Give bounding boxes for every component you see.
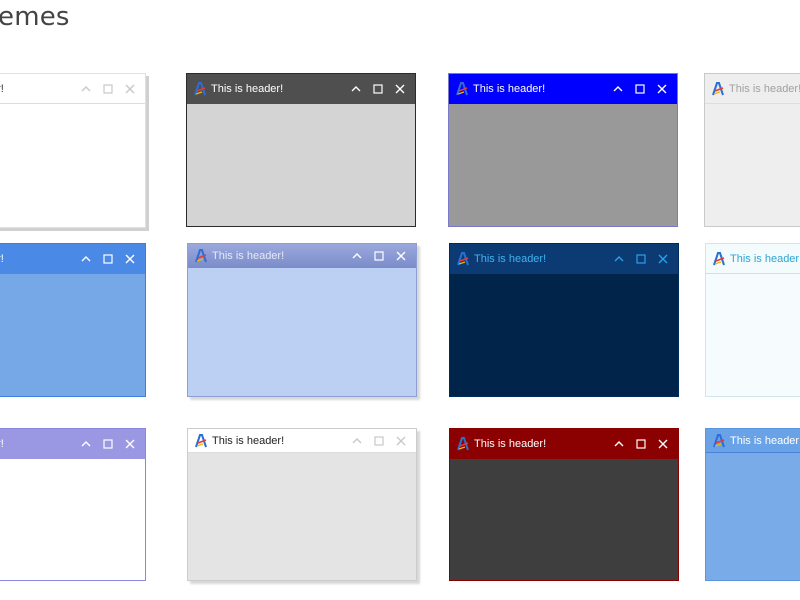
window-body [188, 268, 416, 396]
window-header[interactable]: This is header! [187, 74, 415, 104]
window-body [449, 104, 677, 226]
theme-window-cornflower[interactable]: This is header! [705, 428, 800, 581]
window-header[interactable]: This is header! [188, 429, 416, 453]
theme-window-navy[interactable]: This is header! [449, 243, 679, 397]
window-title: This is header! [474, 438, 547, 450]
collapse-icon[interactable] [607, 81, 629, 97]
collapse-icon[interactable] [75, 436, 97, 452]
app-logo-icon [456, 252, 470, 266]
collapse-icon[interactable] [608, 436, 630, 452]
app-logo-icon [456, 437, 470, 451]
window-body [450, 274, 678, 396]
window-controls [346, 248, 412, 264]
window-controls [608, 251, 674, 267]
theme-window-sky-blue[interactable]: er! [0, 243, 146, 397]
window-body [450, 459, 678, 580]
window-title: This is header! [212, 434, 285, 447]
close-icon[interactable] [119, 81, 141, 97]
theme-window-silver[interactable]: This is header! [704, 73, 800, 227]
theme-window-crimson[interactable]: This is header! [449, 428, 679, 581]
collapse-icon[interactable] [75, 81, 97, 97]
maximize-icon[interactable] [629, 81, 651, 97]
window-header[interactable]: er! [0, 429, 145, 459]
close-icon[interactable] [389, 81, 411, 97]
window-header[interactable]: This is header! [706, 244, 800, 274]
theme-window-periwinkle[interactable]: This is header! [187, 243, 417, 397]
maximize-icon[interactable] [367, 81, 389, 97]
window-controls [608, 436, 674, 452]
window-title: er! [0, 253, 4, 265]
window-body [0, 274, 145, 396]
window-header[interactable]: This is header! [449, 74, 677, 104]
window-title: er! [0, 438, 4, 450]
collapse-icon[interactable] [346, 248, 368, 264]
window-controls [75, 436, 141, 452]
window-body [706, 453, 800, 580]
app-logo-icon [193, 82, 207, 96]
theme-window-dark-gray[interactable]: This is header! [186, 73, 416, 227]
collapse-icon[interactable] [608, 251, 630, 267]
theme-window-ice[interactable]: This is header! [705, 243, 800, 397]
app-logo-icon [711, 81, 725, 96]
window-controls [75, 251, 141, 267]
close-icon[interactable] [119, 251, 141, 267]
collapse-icon[interactable] [75, 251, 97, 267]
close-icon[interactable] [390, 433, 412, 449]
window-header[interactable]: This is header! [450, 244, 678, 274]
maximize-icon[interactable] [630, 251, 652, 267]
window-controls [345, 81, 411, 97]
window-body [188, 453, 416, 580]
window-header[interactable]: er! [0, 244, 145, 274]
window-title: This is header! [730, 434, 800, 447]
collapse-icon[interactable] [345, 81, 367, 97]
collapse-icon[interactable] [346, 433, 368, 449]
window-title: This is header! [474, 253, 547, 265]
maximize-icon[interactable] [97, 436, 119, 452]
close-icon[interactable] [390, 248, 412, 264]
window-body [0, 459, 145, 580]
maximize-icon[interactable] [630, 436, 652, 452]
window-header[interactable]: This is header! [705, 74, 800, 104]
maximize-icon[interactable] [368, 248, 390, 264]
window-title: This is header! [730, 252, 800, 265]
window-body [706, 274, 800, 396]
theme-window-classic[interactable]: This is header! [187, 428, 417, 581]
window-controls [346, 433, 412, 449]
maximize-icon[interactable] [97, 251, 119, 267]
app-logo-icon [712, 251, 726, 266]
app-logo-icon [194, 433, 208, 448]
window-body [0, 104, 145, 227]
window-header[interactable]: er! [0, 74, 145, 104]
window-title: This is header! [729, 82, 800, 95]
window-header[interactable]: This is header! [188, 244, 416, 268]
window-title: This is header! [212, 250, 285, 262]
maximize-icon[interactable] [97, 81, 119, 97]
app-logo-icon [194, 249, 208, 263]
window-title: er! [0, 82, 4, 95]
close-icon[interactable] [651, 81, 673, 97]
window-controls [75, 81, 141, 97]
window-title: This is header! [473, 83, 546, 95]
close-icon[interactable] [119, 436, 141, 452]
page-title: emes [0, 2, 70, 32]
app-logo-icon [712, 433, 726, 448]
window-body [187, 104, 415, 226]
close-icon[interactable] [652, 436, 674, 452]
app-logo-icon [455, 82, 469, 96]
window-header[interactable]: This is header! [450, 429, 678, 459]
theme-window-light[interactable]: er! [0, 73, 146, 228]
close-icon[interactable] [652, 251, 674, 267]
maximize-icon[interactable] [368, 433, 390, 449]
window-header[interactable]: This is header! [706, 429, 800, 453]
window-title: This is header! [211, 83, 284, 95]
theme-window-blue-header[interactable]: This is header! [448, 73, 678, 227]
theme-window-lavender[interactable]: er! [0, 428, 146, 581]
window-controls [607, 81, 673, 97]
window-body [705, 104, 800, 226]
